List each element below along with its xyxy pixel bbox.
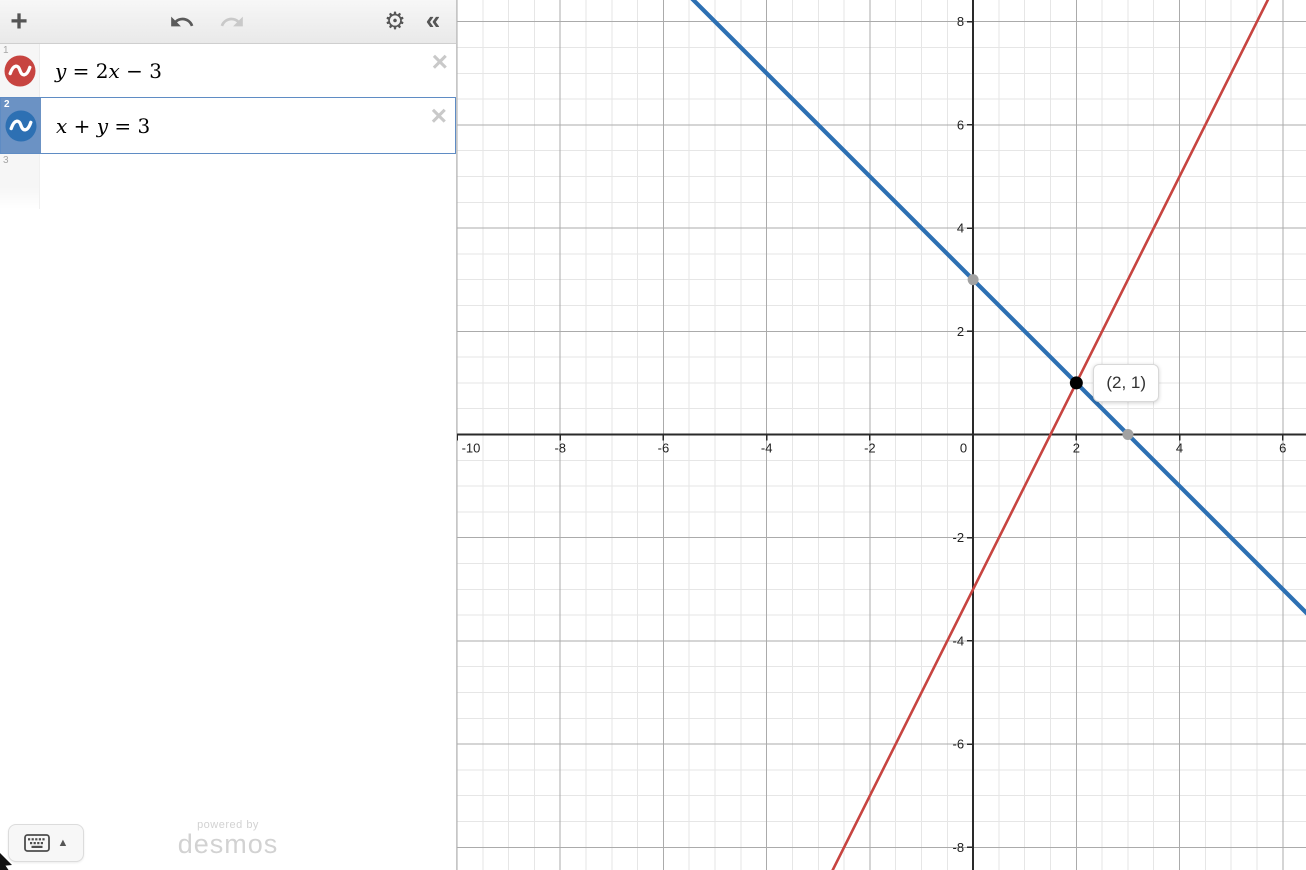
- axis-tick-label: 8: [957, 14, 964, 29]
- intersection-point[interactable]: [1069, 376, 1083, 390]
- axis-tick-label: -4: [953, 633, 965, 648]
- delete-expression-2-button[interactable]: ×: [431, 102, 447, 130]
- expression-row-2-selected: 2 x + y = 3 ×: [0, 97, 456, 154]
- axis-tick-label: -2: [953, 530, 965, 545]
- axis-tick-label: 4: [957, 221, 964, 236]
- expression-2-text: x + y = 3: [56, 113, 151, 138]
- settings-button[interactable]: ⚙: [376, 0, 414, 43]
- axis-tick-label: -6: [658, 440, 670, 455]
- expression-number: 2: [4, 99, 10, 110]
- intercept-point[interactable]: [967, 274, 979, 286]
- axis-tick-label: -10: [462, 440, 481, 455]
- axis-tick-label: 4: [1176, 440, 1183, 455]
- graph-curve-1[interactable]: [457, 0, 1306, 664]
- redo-button[interactable]: [213, 0, 251, 43]
- expression-list-panel: + ⚙ « 1 y = 2x − 3 × 2 x + y = 3 × 3 ▲ p…: [0, 0, 457, 870]
- axis-tick-label: -8: [554, 440, 566, 455]
- add-expression-button[interactable]: +: [0, 0, 38, 43]
- expression-1-visibility-toggle[interactable]: 1: [0, 44, 40, 97]
- undo-icon: [171, 16, 194, 26]
- axis-tick-label: -6: [953, 737, 965, 752]
- expression-2-input[interactable]: x + y = 3 ×: [41, 98, 455, 153]
- gear-icon: ⚙: [384, 7, 406, 35]
- axis-tick-label: 0: [960, 440, 967, 455]
- double-chevron-left-icon: «: [425, 4, 441, 35]
- axis-tick-label: 6: [1279, 440, 1286, 455]
- axis-tick-label: 2: [1073, 440, 1080, 455]
- axis-tick-label: -2: [864, 440, 876, 455]
- plus-icon: +: [10, 4, 28, 38]
- axis-tick-label: 2: [957, 324, 964, 339]
- axis-tick-label: -8: [953, 840, 965, 855]
- powered-by-desmos-watermark: powered by desmos: [0, 819, 456, 858]
- expression-2-visibility-toggle[interactable]: 2: [1, 98, 41, 153]
- axis-tick-label: -4: [761, 440, 773, 455]
- axis-tick-label: 6: [957, 117, 964, 132]
- expression-row-3-empty: 3: [0, 154, 456, 209]
- expression-1-text: y = 2x − 3: [55, 58, 162, 83]
- delete-expression-1-button[interactable]: ×: [432, 48, 448, 76]
- graph-canvas[interactable]: -10 -8 -6 -4 -2 0 2 4 6 -8 -6 -4 -2 2 4 6 8 (2, 1): [457, 0, 1306, 870]
- blue-curve-icon: [5, 110, 37, 141]
- redo-icon: [220, 16, 243, 26]
- expression-1-input[interactable]: y = 2x − 3 ×: [40, 44, 456, 97]
- expression-number: 3: [3, 155, 9, 166]
- undo-button[interactable]: [163, 0, 201, 43]
- expression-toolbar: + ⚙ «: [0, 0, 456, 44]
- point-coordinates-tooltip: (2, 1): [1093, 363, 1160, 402]
- graph-plot: -10 -8 -6 -4 -2 0 2 4 6 -8 -6 -4 -2 2 4 6 8: [457, 0, 1306, 870]
- collapse-sidebar-button[interactable]: «: [414, 0, 452, 43]
- expression-3-input[interactable]: [40, 154, 456, 209]
- mouse-cursor: [0, 853, 12, 870]
- desmos-app: + ⚙ « 1 y = 2x − 3 × 2 x + y = 3 × 3 ▲ p…: [0, 0, 1306, 870]
- intercept-point[interactable]: [1122, 428, 1134, 440]
- expression-row-1: 1 y = 2x − 3 ×: [0, 44, 456, 98]
- red-curve-icon: [4, 55, 35, 86]
- desmos-wordmark: desmos: [177, 829, 279, 859]
- expression-3-gutter: 3: [0, 154, 40, 209]
